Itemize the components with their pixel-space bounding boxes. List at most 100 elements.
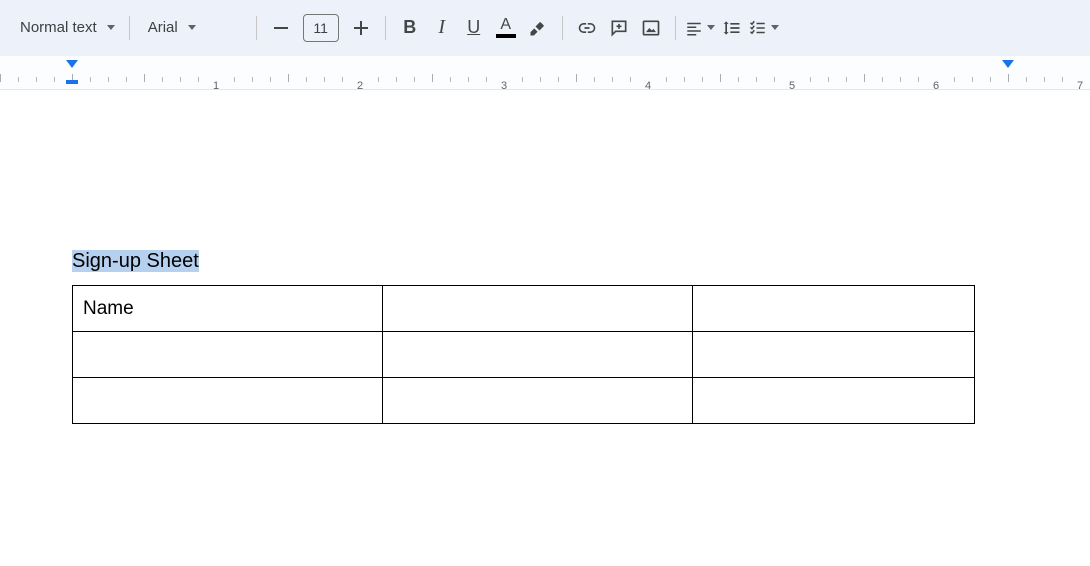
decrease-font-size-button[interactable] bbox=[265, 12, 297, 44]
toolbar: Normal text Arial B I U A bbox=[0, 0, 1090, 56]
insert-image-button[interactable] bbox=[635, 12, 667, 44]
table-cell[interactable] bbox=[693, 286, 975, 332]
ruler-tick bbox=[288, 74, 289, 82]
chevron-down-icon bbox=[188, 25, 196, 30]
ruler-tick bbox=[828, 77, 829, 82]
ruler-tick bbox=[972, 77, 973, 82]
ruler-tick bbox=[576, 74, 577, 82]
chevron-down-icon bbox=[707, 25, 715, 30]
first-line-indent-marker[interactable] bbox=[66, 60, 78, 68]
add-comment-button[interactable] bbox=[603, 12, 635, 44]
ruler-tick bbox=[666, 77, 667, 82]
ruler-tick bbox=[612, 77, 613, 82]
ruler-tick bbox=[756, 77, 757, 82]
ruler-tick bbox=[450, 77, 451, 82]
ruler-tick bbox=[90, 77, 91, 82]
font-size-input[interactable] bbox=[303, 14, 339, 42]
table-cell[interactable] bbox=[693, 332, 975, 378]
signup-table[interactable]: Name bbox=[72, 285, 975, 424]
ruler-tick bbox=[684, 77, 685, 82]
align-left-icon bbox=[685, 19, 703, 37]
ruler-tick bbox=[0, 74, 1, 82]
ruler-tick bbox=[1008, 74, 1009, 82]
increase-font-size-button[interactable] bbox=[345, 12, 377, 44]
link-icon bbox=[577, 18, 597, 38]
document-title[interactable]: Sign-up Sheet bbox=[72, 250, 199, 272]
ruler-tick bbox=[522, 77, 523, 82]
document-page[interactable]: Sign-up Sheet Name bbox=[0, 90, 1090, 566]
highlighter-icon bbox=[528, 18, 548, 38]
ruler-tick bbox=[342, 77, 343, 82]
ruler-tick bbox=[18, 77, 19, 82]
comment-plus-icon bbox=[609, 18, 629, 38]
separator bbox=[256, 16, 257, 40]
ruler-tick bbox=[396, 77, 397, 82]
ruler-tick bbox=[324, 77, 325, 82]
ruler-tick bbox=[1044, 77, 1045, 82]
ruler-tick bbox=[738, 77, 739, 82]
minus-icon bbox=[274, 27, 288, 29]
paragraph-style-label: Normal text bbox=[20, 19, 97, 36]
table-cell[interactable] bbox=[73, 378, 383, 424]
line-spacing-icon bbox=[722, 18, 742, 38]
italic-button[interactable]: I bbox=[426, 12, 458, 44]
insert-link-button[interactable] bbox=[571, 12, 603, 44]
ruler-tick bbox=[108, 77, 109, 82]
align-button[interactable] bbox=[684, 12, 716, 44]
ruler-tick bbox=[234, 77, 235, 82]
table-row[interactable] bbox=[73, 378, 975, 424]
text-color-swatch bbox=[496, 34, 516, 38]
checklist-icon bbox=[749, 19, 767, 37]
ruler-tick bbox=[810, 77, 811, 82]
ruler-tick bbox=[630, 77, 631, 82]
paragraph-style-dropdown[interactable]: Normal text bbox=[10, 12, 121, 44]
ruler-tick bbox=[864, 74, 865, 82]
text-color-icon: A bbox=[500, 18, 511, 32]
ruler-tick bbox=[720, 74, 721, 82]
ruler-tick bbox=[414, 77, 415, 82]
checklist-button[interactable] bbox=[748, 12, 780, 44]
chevron-down-icon bbox=[107, 25, 115, 30]
ruler-tick bbox=[1026, 77, 1027, 82]
ruler-tick bbox=[702, 77, 703, 82]
ruler-tick bbox=[954, 77, 955, 82]
ruler-tick bbox=[1062, 77, 1063, 82]
image-icon bbox=[641, 18, 661, 38]
ruler-tick bbox=[468, 77, 469, 82]
font-family-dropdown[interactable]: Arial bbox=[138, 12, 248, 44]
ruler-tick bbox=[306, 77, 307, 82]
ruler-tick bbox=[594, 77, 595, 82]
table-cell[interactable] bbox=[383, 286, 693, 332]
ruler-tick bbox=[846, 77, 847, 82]
ruler-tick bbox=[180, 77, 181, 82]
bold-button[interactable]: B bbox=[394, 12, 426, 44]
separator bbox=[129, 16, 130, 40]
separator bbox=[675, 16, 676, 40]
ruler-tick bbox=[774, 77, 775, 82]
table-cell[interactable] bbox=[73, 332, 383, 378]
table-row[interactable] bbox=[73, 332, 975, 378]
right-indent-marker[interactable] bbox=[1002, 60, 1014, 68]
ruler-tick bbox=[270, 77, 271, 82]
line-spacing-button[interactable] bbox=[716, 12, 748, 44]
left-indent-marker[interactable] bbox=[66, 80, 78, 84]
table-cell[interactable]: Name bbox=[73, 286, 383, 332]
ruler-tick bbox=[432, 74, 433, 82]
table-cell[interactable] bbox=[383, 332, 693, 378]
ruler-tick bbox=[990, 77, 991, 82]
separator bbox=[562, 16, 563, 40]
ruler-tick bbox=[198, 77, 199, 82]
ruler-tick bbox=[900, 77, 901, 82]
underline-button[interactable]: U bbox=[458, 12, 490, 44]
highlight-color-button[interactable] bbox=[522, 12, 554, 44]
ruler-tick bbox=[540, 77, 541, 82]
separator bbox=[385, 16, 386, 40]
table-cell[interactable] bbox=[383, 378, 693, 424]
ruler-tick bbox=[486, 77, 487, 82]
text-color-button[interactable]: A bbox=[490, 12, 522, 44]
ruler-tick bbox=[54, 77, 55, 82]
ruler[interactable]: 1234567 bbox=[0, 56, 1090, 90]
table-row[interactable]: Name bbox=[73, 286, 975, 332]
table-cell[interactable] bbox=[693, 378, 975, 424]
ruler-tick bbox=[918, 77, 919, 82]
